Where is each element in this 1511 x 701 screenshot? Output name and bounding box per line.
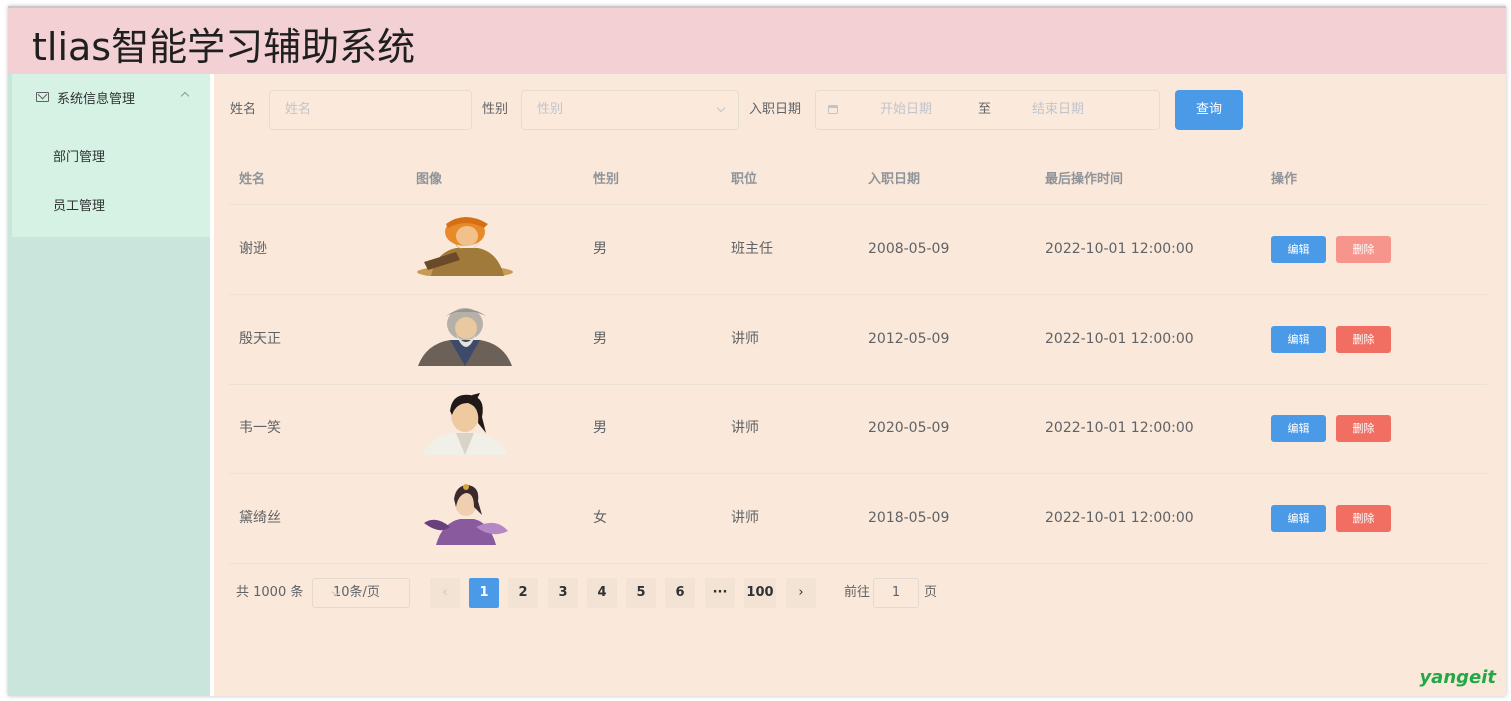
- sidebar-item-departments[interactable]: 部门管理: [12, 131, 210, 179]
- table-row: 谢逊 男 班主任 2008-05-09 2022-10-01 12:00:00 …: [229, 205, 1487, 295]
- cell-name: 谢逊: [239, 241, 267, 257]
- chevron-down-icon: [716, 103, 726, 113]
- col-entry-date: 入职日期: [868, 172, 921, 187]
- start-date-input[interactable]: 开始日期: [880, 91, 932, 129]
- employee-avatar: [422, 393, 508, 455]
- delete-button[interactable]: 删除: [1336, 236, 1391, 263]
- app-title: tlias智能学习辅助系统: [32, 25, 416, 69]
- gender-label: 性别: [482, 102, 509, 117]
- page-button-5[interactable]: 5: [626, 578, 656, 608]
- cell-job: 班主任: [731, 241, 773, 257]
- page-button-6[interactable]: 6: [665, 578, 695, 608]
- app-frame: tlias智能学习辅助系统 系统信息管理 部门管理 员工管理 姓名 姓名 性别: [8, 6, 1506, 696]
- message-icon: [36, 92, 49, 102]
- search-form: 姓名 姓名 性别 性别 入职日期 开始日期 至 结束日期 查询: [214, 90, 1506, 130]
- end-date-input[interactable]: 结束日期: [1032, 91, 1084, 129]
- sidebar-item-employees[interactable]: 员工管理: [12, 180, 210, 228]
- app-header: tlias智能学习辅助系统: [8, 6, 1506, 74]
- col-actions: 操作: [1271, 172, 1298, 187]
- cell-gender: 男: [593, 241, 607, 257]
- col-image: 图像: [416, 172, 443, 187]
- table-header: 姓名 图像 性别 职位 入职日期 最后操作时间 操作: [229, 156, 1487, 205]
- more-pages-button[interactable]: ···: [705, 578, 735, 608]
- delete-button[interactable]: 删除: [1336, 505, 1391, 532]
- cell-job: 讲师: [731, 420, 759, 436]
- cell-job: 讲师: [731, 331, 759, 347]
- cell-update-time: 2022-10-01 12:00:00: [1045, 510, 1194, 526]
- gender-placeholder: 性别: [537, 102, 564, 117]
- page-size-select[interactable]: 10条/页: [312, 578, 410, 608]
- goto-label: 前往: [844, 585, 871, 600]
- range-separator: 至: [978, 102, 992, 117]
- cell-gender: 男: [593, 331, 607, 347]
- cell-gender: 男: [593, 420, 607, 436]
- goto-suffix: 页: [924, 585, 938, 600]
- cell-entry-date: 2008-05-09: [868, 241, 950, 257]
- table-row: 黛绮丝 女 讲师 2018-05-09 2022-10-01 12:00:00 …: [229, 474, 1487, 564]
- edit-button[interactable]: 编辑: [1271, 415, 1326, 442]
- page-button-1[interactable]: 1: [469, 578, 499, 608]
- name-input[interactable]: 姓名: [269, 90, 472, 130]
- cell-name: 殷天正: [239, 331, 281, 347]
- cell-entry-date: 2012-05-09: [868, 331, 950, 347]
- query-button[interactable]: 查询: [1175, 90, 1243, 130]
- name-placeholder: 姓名: [285, 102, 312, 117]
- cell-entry-date: 2018-05-09: [868, 510, 950, 526]
- edit-button[interactable]: 编辑: [1271, 326, 1326, 353]
- goto-page-input[interactable]: 1: [873, 578, 919, 608]
- prev-page-button[interactable]: ‹: [430, 578, 460, 608]
- table-row: 韦一笑 男 讲师 2020-05-09 2022-10-01 12:00:00 …: [229, 384, 1487, 474]
- sidebar-item-label: 员工管理: [53, 198, 106, 214]
- employee-avatar: [417, 217, 513, 276]
- name-label: 姓名: [230, 102, 257, 117]
- page-button-4[interactable]: 4: [587, 578, 617, 608]
- page-button-100[interactable]: 100: [744, 578, 776, 608]
- delete-button[interactable]: 删除: [1336, 326, 1391, 353]
- gender-select[interactable]: 性别: [521, 90, 739, 130]
- employee-avatar: [424, 484, 508, 545]
- chevron-up-icon: [180, 91, 190, 101]
- page-size-value: 10条/页: [333, 585, 380, 600]
- cell-update-time: 2022-10-01 12:00:00: [1045, 241, 1194, 257]
- sidebar-menu: 系统信息管理 部门管理 员工管理: [12, 74, 210, 237]
- page-button-2[interactable]: 2: [508, 578, 538, 608]
- date-range-picker[interactable]: 开始日期 至 结束日期: [815, 90, 1160, 130]
- cell-job: 讲师: [731, 510, 759, 526]
- entry-date-label: 入职日期: [749, 102, 802, 117]
- sidebar: 系统信息管理 部门管理 员工管理: [8, 74, 210, 696]
- col-name: 姓名: [239, 172, 266, 187]
- delete-button[interactable]: 删除: [1336, 415, 1391, 442]
- submenu-system-info[interactable]: 系统信息管理: [12, 74, 210, 120]
- col-job: 职位: [731, 172, 758, 187]
- edit-button[interactable]: 编辑: [1271, 505, 1326, 532]
- pagination: 共 1000 条 10条/页 ‹ 1 2 3 4 5 6 ··· 100 › 前…: [214, 578, 1506, 608]
- sidebar-item-label: 部门管理: [53, 149, 106, 165]
- watermark-logo: yangeit: [1419, 667, 1496, 688]
- total-count: 共 1000 条: [236, 585, 304, 600]
- cell-update-time: 2022-10-01 12:00:00: [1045, 331, 1194, 347]
- employee-avatar: [418, 308, 512, 366]
- col-gender: 性别: [593, 172, 620, 187]
- cell-name: 韦一笑: [239, 420, 281, 436]
- table-row: 殷天正 男 讲师 2012-05-09 2022-10-01 12:00:00 …: [229, 295, 1487, 385]
- page-button-3[interactable]: 3: [548, 578, 578, 608]
- next-page-button[interactable]: ›: [786, 578, 816, 608]
- cell-name: 黛绮丝: [239, 510, 281, 526]
- calendar-icon: [828, 105, 838, 114]
- edit-button[interactable]: 编辑: [1271, 236, 1326, 263]
- submenu-label: 系统信息管理: [57, 91, 136, 107]
- main-content: 姓名 姓名 性别 性别 入职日期 开始日期 至 结束日期 查询 姓名 图像 性别: [214, 74, 1506, 696]
- col-update-time: 最后操作时间: [1045, 172, 1124, 187]
- cell-update-time: 2022-10-01 12:00:00: [1045, 420, 1194, 436]
- cell-entry-date: 2020-05-09: [868, 420, 950, 436]
- cell-gender: 女: [593, 510, 607, 526]
